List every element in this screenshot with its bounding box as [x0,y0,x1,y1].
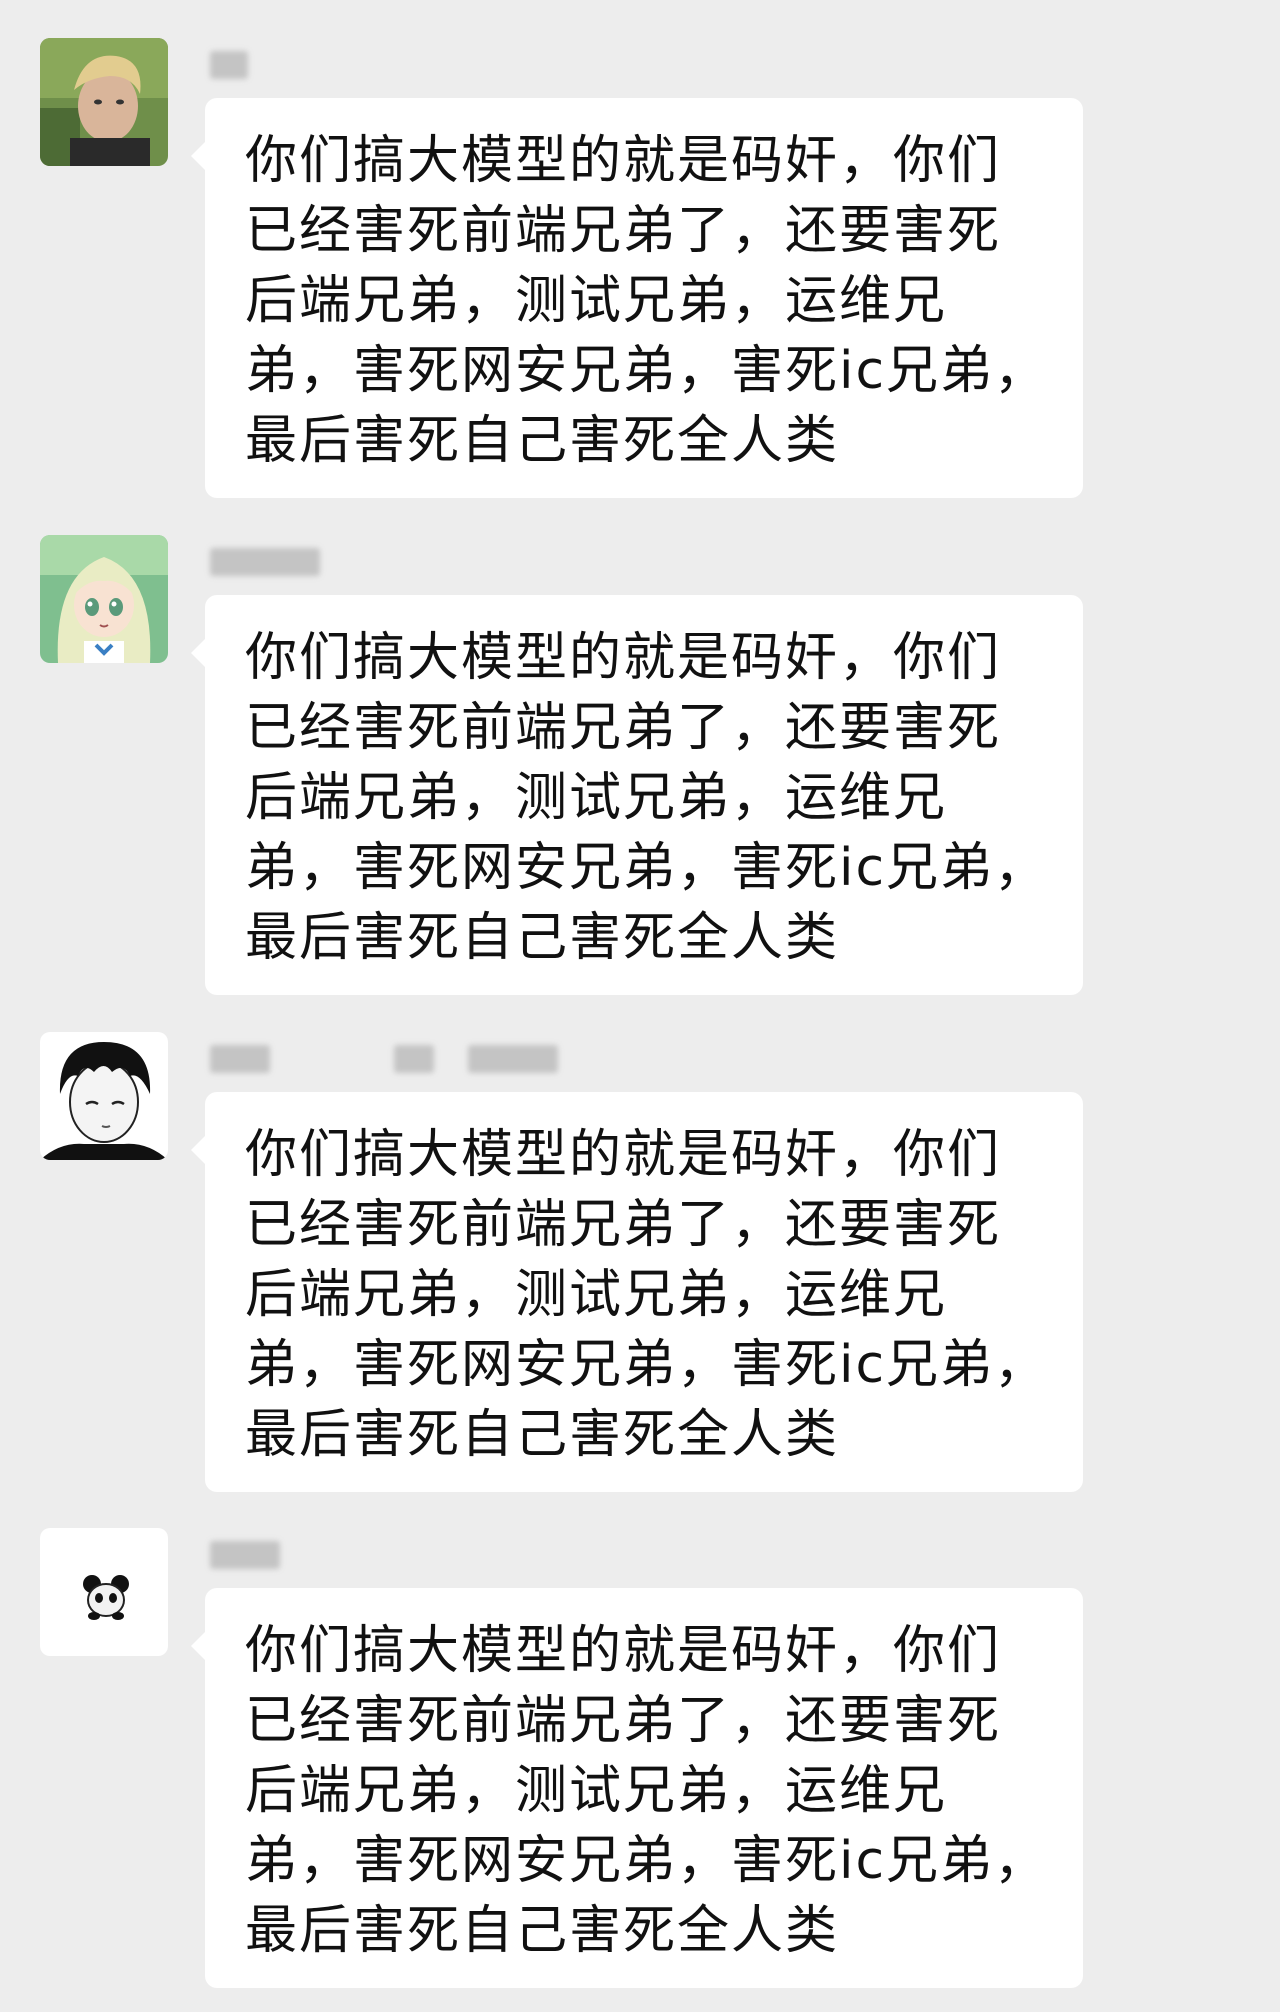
chat-message: 你们搞大模型的就是码奸，你们已经害死前端兄弟了，还要害死后端兄弟，测试兄弟，运维… [0,1490,1280,1990]
anime-girl-avatar-icon[interactable] [40,535,168,663]
sender-name-redacted [210,1538,280,1572]
message-text: 你们搞大模型的就是码奸，你们已经害死前端兄弟了，还要害死后端兄弟，测试兄弟，运维… [245,628,1049,968]
sender-name-redacted [210,545,320,579]
sender-name-redacted [210,1042,558,1076]
bubble-tail [191,142,205,170]
panda-avatar-icon[interactable] [40,1528,168,1656]
bubble-tail [191,639,205,667]
chat-message: 你们搞大模型的就是码奸，你们已经害死前端兄弟了，还要害死后端兄弟，测试兄弟，运维… [0,497,1280,997]
message-bubble[interactable]: 你们搞大模型的就是码奸，你们已经害死前端兄弟了，还要害死后端兄弟，测试兄弟，运维… [191,1588,1083,1988]
message-bubble[interactable]: 你们搞大模型的就是码奸，你们已经害死前端兄弟了，还要害死后端兄弟，测试兄弟，运维… [191,595,1083,995]
bubble-tail [191,1632,205,1660]
chat-message: 你们搞大模型的就是码奸，你们已经害死前端兄弟了，还要害死后端兄弟，测试兄弟，运维… [0,994,1280,1494]
chat-message: 你们搞大模型的就是码奸，你们已经害死前端兄弟了，还要害死后端兄弟，测试兄弟，运维… [0,0,1280,500]
bubble-tail [191,1136,205,1164]
message-bubble[interactable]: 你们搞大模型的就是码奸，你们已经害死前端兄弟了，还要害死后端兄弟，测试兄弟，运维… [191,1092,1083,1492]
sender-name-redacted [210,48,248,82]
chat-window: 你们搞大模型的就是码奸，你们已经害死前端兄弟了，还要害死后端兄弟，测试兄弟，运维… [0,0,1280,2012]
message-text: 你们搞大模型的就是码奸，你们已经害死前端兄弟了，还要害死后端兄弟，测试兄弟，运维… [245,1125,1049,1465]
message-text: 你们搞大模型的就是码奸，你们已经害死前端兄弟了，还要害死后端兄弟，测试兄弟，运维… [245,131,1049,471]
message-text: 你们搞大模型的就是码奸，你们已经害死前端兄弟了，还要害死后端兄弟，测试兄弟，运维… [245,1621,1049,1961]
anime-boy-avatar-icon[interactable] [40,1032,168,1160]
message-bubble[interactable]: 你们搞大模型的就是码奸，你们已经害死前端兄弟了，还要害死后端兄弟，测试兄弟，运维… [191,98,1083,498]
blond-man-photo-avatar-icon[interactable] [40,38,168,166]
